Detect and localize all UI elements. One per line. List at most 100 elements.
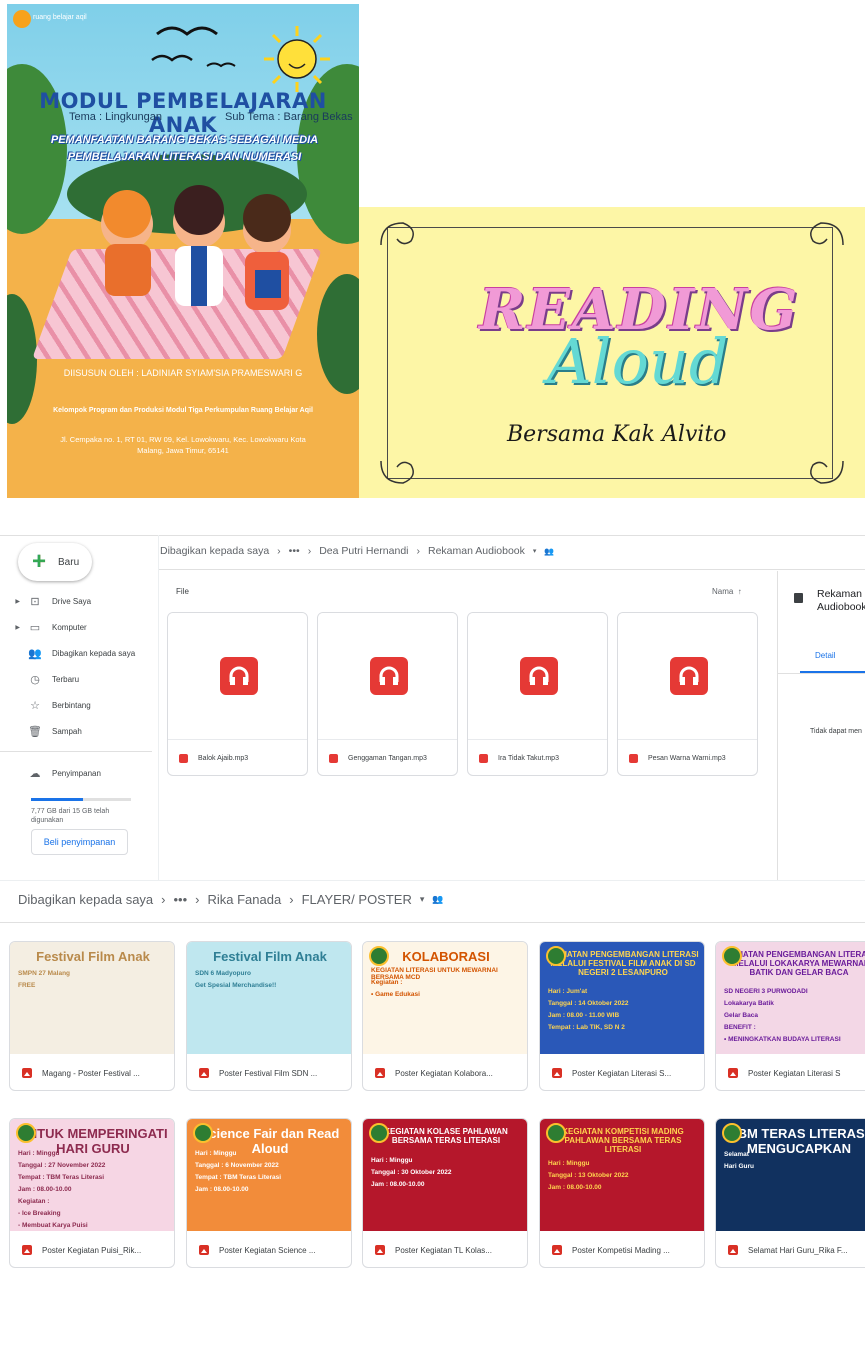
poster-file-card[interactable]: KEGIATAN KOMPETISI MADING PAHLAWAN BERSA… bbox=[539, 1118, 705, 1268]
sidebar-item-komputer[interactable]: ▶ ▭ Komputer bbox=[0, 615, 152, 639]
poster-heading: Festival Film Anak bbox=[213, 949, 327, 964]
image-file-icon bbox=[728, 1245, 738, 1255]
poster-thumbnail: KEGIATAN KOMPETISI MADING PAHLAWAN BERSA… bbox=[540, 1119, 704, 1231]
logo-text: ruang belajar aqil bbox=[33, 14, 87, 21]
chevron-down-icon[interactable]: ▾ bbox=[533, 547, 537, 555]
poster-detail: Jam : 08.00-10.00 bbox=[18, 1186, 72, 1194]
file-section-header: File bbox=[176, 587, 189, 596]
poster-file-name: Poster Kompetisi Mading ... bbox=[572, 1245, 670, 1255]
poster-detail: - Ice Breaking bbox=[18, 1210, 61, 1218]
drive-icon: ⊡ bbox=[30, 595, 40, 608]
breadcrumb-item[interactable]: Rika Fanada bbox=[208, 892, 282, 907]
poster-detail: SD NEGERI 3 PURWODADI bbox=[724, 988, 808, 995]
school-logo-icon bbox=[722, 946, 742, 966]
buy-storage-button[interactable]: Beli penyimpanan bbox=[31, 829, 128, 855]
image-file-icon bbox=[552, 1068, 562, 1078]
image-file-icon bbox=[375, 1245, 385, 1255]
poster-file-name: Magang - Poster Festival ... bbox=[42, 1068, 140, 1078]
sidebar-item-berbintang[interactable]: ☆ Berbintang bbox=[0, 693, 152, 717]
file-name: Genggaman Tangan.mp3 bbox=[348, 755, 427, 762]
poster-file-card[interactable]: Festival Film Anak SMPN 27 Malang FREE Maga… bbox=[9, 941, 175, 1091]
poster-detail: Selamat bbox=[724, 1151, 749, 1158]
poster-detail: Kegiatan : bbox=[371, 979, 403, 987]
poster-heading: Festival Film Anak bbox=[36, 949, 150, 964]
details-divider bbox=[777, 571, 778, 880]
cloud-icon: ☁ bbox=[29, 767, 41, 780]
poster-detail: Tanggal : 13 Oktober 2022 bbox=[548, 1172, 629, 1179]
poster-thumbnail: KEGIATAN PENGEMBANGAN LITERASI MELALUI L… bbox=[716, 942, 865, 1054]
shared-folder-icon: 👥 bbox=[432, 894, 444, 904]
school-logo-icon bbox=[722, 1123, 742, 1143]
breadcrumb-item[interactable]: Dea Putri Hernandi bbox=[319, 545, 408, 557]
breadcrumb-more[interactable]: ••• bbox=[289, 545, 300, 557]
poster-detail: BENEFIT : bbox=[724, 1024, 756, 1031]
new-button[interactable]: + Baru bbox=[18, 543, 92, 581]
poster-file-card[interactable]: KEGIATAN PENGEMBANGAN LITERASI MELALUI F… bbox=[539, 941, 705, 1091]
chevron-down-icon[interactable]: ▾ bbox=[420, 894, 425, 905]
poster-detail: Hari : Jum'at bbox=[548, 988, 588, 995]
sun-icon bbox=[264, 26, 330, 92]
poster-file-card[interactable]: KOLABORASI KEGIATAN LITERASI UNTUK MEWARN… bbox=[362, 941, 528, 1091]
poster-detail: Hari : Minggu bbox=[195, 1150, 237, 1157]
image-file-icon bbox=[552, 1245, 562, 1255]
poster-file-card[interactable]: Science Fair dan Read Aloud Hari : Minggu… bbox=[186, 1118, 352, 1268]
birds-icon bbox=[151, 26, 236, 68]
school-logo-icon bbox=[16, 1123, 36, 1143]
aloud-title: Aloud bbox=[547, 325, 729, 398]
breadcrumb-item[interactable]: Dibagikan kepada saya bbox=[18, 892, 153, 907]
headphones-icon bbox=[519, 657, 558, 695]
breadcrumb-current[interactable]: FLAYER/ POSTER bbox=[302, 892, 412, 907]
sort-name-button[interactable]: Nama ↑ bbox=[712, 587, 742, 596]
poster-thumbnail: UNTUK MEMPERINGATI HARI GURU Hari : Mingg… bbox=[10, 1119, 174, 1231]
poster-file-card[interactable]: KEGIATAN KOLASE PAHLAWAN BERSAMA TERAS L… bbox=[362, 1118, 528, 1268]
poster-heading: KEGIATAN KOMPETISI MADING PAHLAWAN BERSA… bbox=[562, 1127, 684, 1155]
poster-file-name: Poster Kegiatan Science ... bbox=[219, 1245, 316, 1255]
poster-detail: SDN 6 Madyopuro bbox=[195, 970, 251, 977]
file-card[interactable]: Ira Tidak Takut.mp3 bbox=[467, 612, 608, 776]
headphones-icon bbox=[369, 657, 408, 695]
expand-caret-icon[interactable]: ▶ bbox=[0, 624, 24, 631]
school-logo-icon bbox=[369, 946, 389, 966]
image-file-icon bbox=[375, 1068, 385, 1078]
audio-file-icon bbox=[479, 754, 488, 763]
poster-detail: Get Spesial Merchandise!! bbox=[195, 982, 277, 989]
expand-caret-icon[interactable]: ▶ bbox=[0, 598, 24, 605]
file-card[interactable]: Pesan Warna Warni.mp3 bbox=[617, 612, 758, 776]
file-card[interactable]: Balok Ajaib.mp3 bbox=[167, 612, 308, 776]
poster-detail: Gelar Baca bbox=[724, 1012, 758, 1019]
poster-heading: KEGIATAN PENGEMBANGAN LITERASI MELALUI F… bbox=[547, 950, 699, 978]
poster-heading: KEGIATAN PENGEMBANGAN LITERASI MELALUI L… bbox=[723, 950, 865, 978]
poster-detail: Hari : Minggu bbox=[371, 1156, 413, 1164]
poster-detail: Tempat : Lab TIK, SD N 2 bbox=[548, 1024, 625, 1031]
poster-thumbnail: KEGIATAN KOLASE PAHLAWAN BERSAMA TERAS L… bbox=[363, 1119, 527, 1231]
storage-bar-fill bbox=[31, 798, 83, 801]
poster-file-name: Poster Kegiatan TL Kolas... bbox=[395, 1245, 492, 1255]
breadcrumb-current[interactable]: Rekaman Audiobook bbox=[428, 545, 525, 557]
poster-thumbnail: Festival Film Anak SMPN 27 Malang FREE bbox=[10, 942, 174, 1054]
details-title: Rekaman Audiobook bbox=[817, 588, 865, 613]
poster-detail: Jam : 08.00-10.00 bbox=[371, 1180, 425, 1188]
poster-detail: Lokakarya Batik bbox=[724, 1000, 774, 1007]
sidebar-item-drive-saya[interactable]: ▶ ⊡ Drive Saya bbox=[0, 589, 152, 613]
poster-file-name: Poster Kegiatan Literasi S bbox=[748, 1068, 841, 1078]
sidebar-item-terbaru[interactable]: ◷ Terbaru bbox=[0, 667, 152, 691]
image-file-icon bbox=[199, 1245, 209, 1255]
school-logo-icon bbox=[369, 1123, 389, 1143]
poster-organization: Kelompok Program dan Produksi Modul Tiga… bbox=[53, 407, 313, 414]
details-tab[interactable]: Detail bbox=[815, 651, 835, 660]
arrow-up-icon: ↑ bbox=[737, 587, 742, 596]
poster-thumbnail: Festival Film Anak SDN 6 Madyopuro Get Spe… bbox=[187, 942, 351, 1054]
sidebar-item-shared[interactable]: 👥 Dibagikan kepada saya bbox=[0, 641, 152, 665]
poster-detail: Jam : 08.00-10.00 bbox=[195, 1186, 249, 1193]
sidebar-item-sampah[interactable]: 🗑 Sampah bbox=[0, 719, 152, 743]
breadcrumb: Dibagikan kepada saya › ••• › Dea Putri He… bbox=[160, 545, 555, 557]
sidebar-item-penyimpanan[interactable]: ☁ Penyimpanan bbox=[0, 761, 152, 785]
breadcrumb-item[interactable]: Dibagikan kepada saya bbox=[160, 545, 269, 557]
file-card[interactable]: Genggaman Tangan.mp3 bbox=[317, 612, 458, 776]
poster-file-card[interactable]: Festival Film Anak SDN 6 Madyopuro Get Spe… bbox=[186, 941, 352, 1091]
poster-file-card[interactable]: TBM TERAS LITERASI MENGUCAPKAN Selamat Har… bbox=[715, 1118, 865, 1268]
breadcrumb-more[interactable]: ••• bbox=[174, 892, 188, 907]
poster-file-card[interactable]: UNTUK MEMPERINGATI HARI GURU Hari : Mingg… bbox=[9, 1118, 175, 1268]
poster-subtema: Sub Tema : Barang Bekas bbox=[225, 111, 353, 123]
poster-file-card[interactable]: KEGIATAN PENGEMBANGAN LITERASI MELALUI L… bbox=[715, 941, 865, 1091]
